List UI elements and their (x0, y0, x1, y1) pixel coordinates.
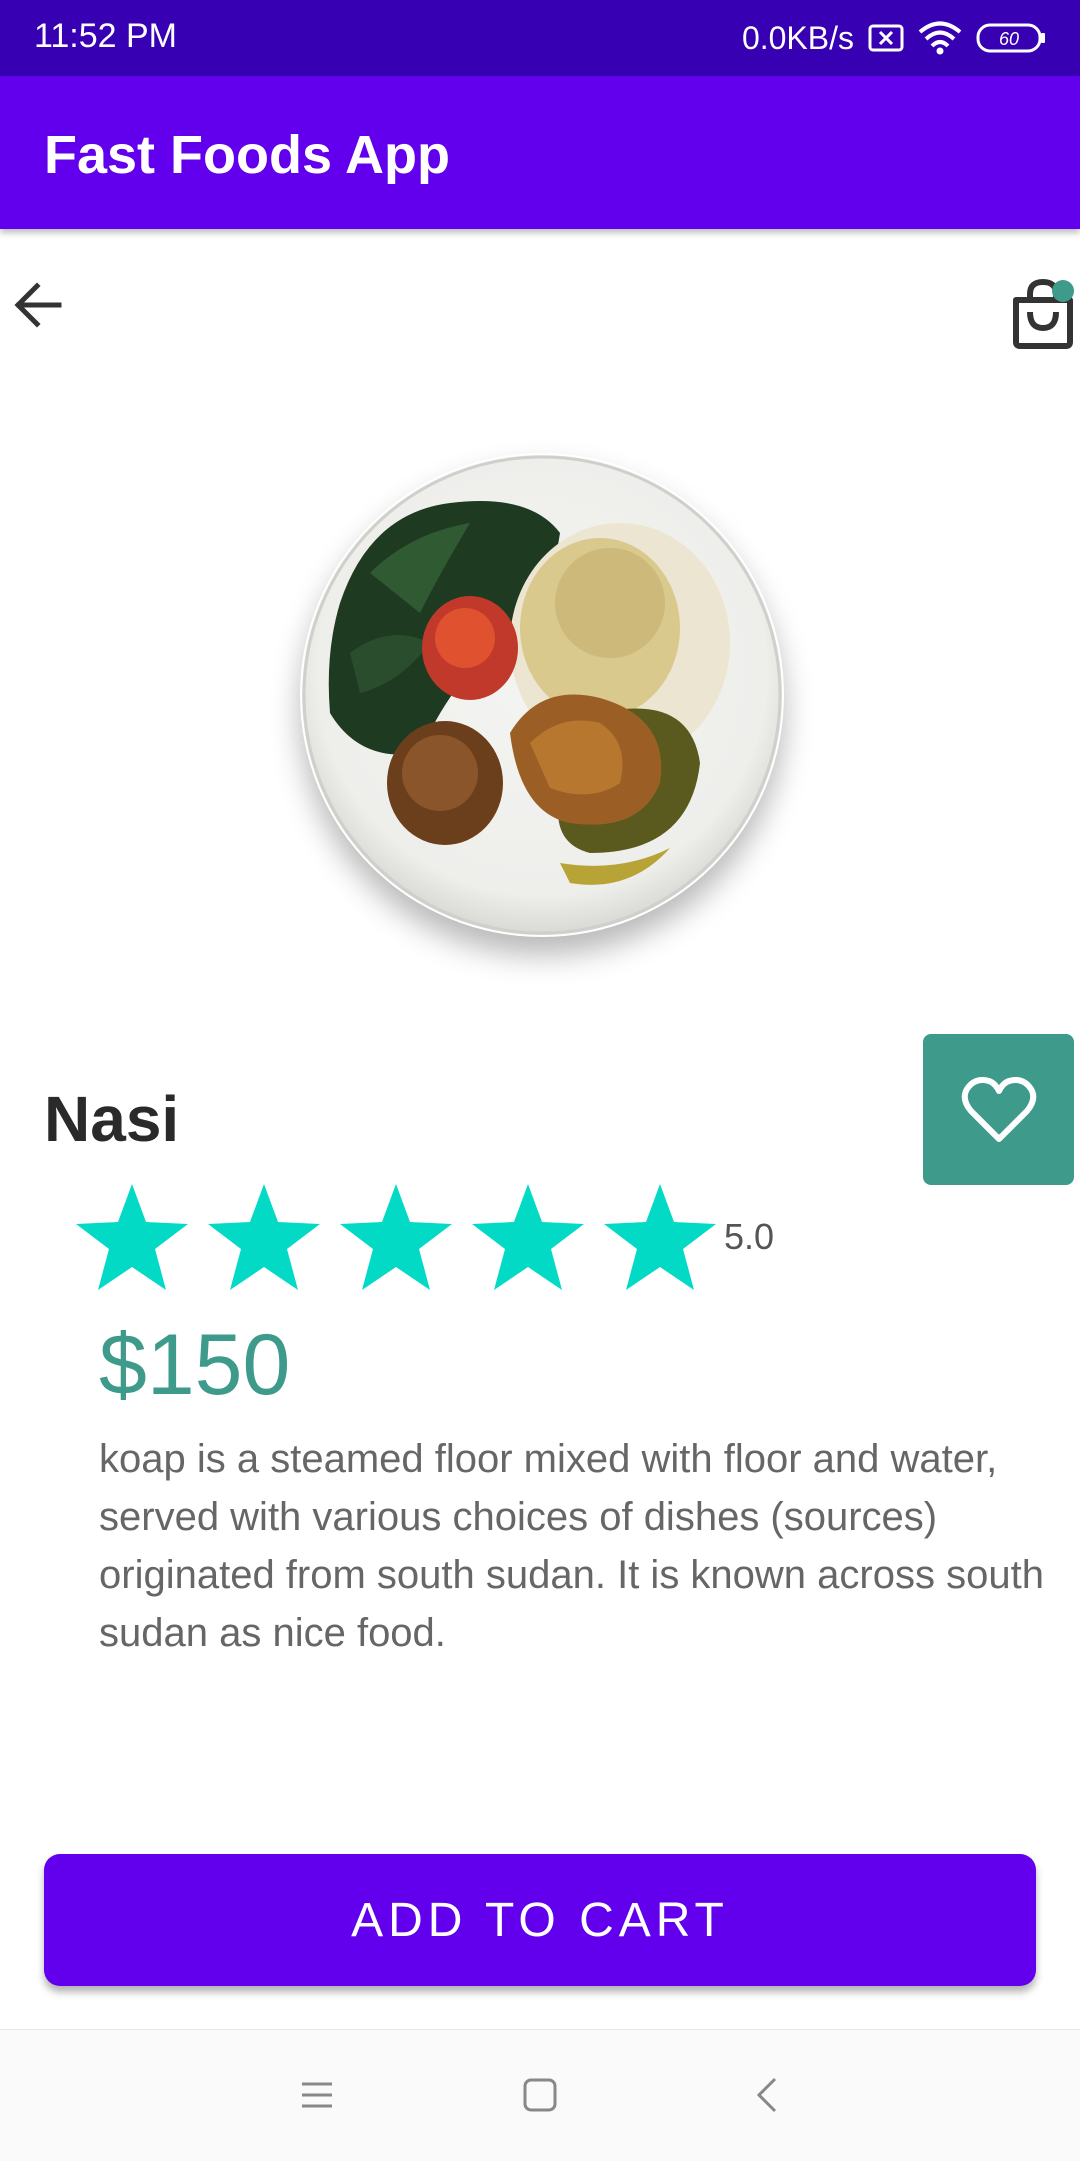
nav-home-button[interactable] (515, 2070, 565, 2120)
star-icon (340, 1184, 452, 1290)
battery-level: 60 (999, 29, 1019, 49)
favorite-button[interactable] (923, 1034, 1074, 1185)
status-icons: 0.0KB/s 60 (742, 14, 1046, 62)
star-icon (604, 1184, 716, 1290)
star-icon (76, 1184, 188, 1290)
food-plate-illustration (302, 455, 782, 935)
product-name: Nasi (44, 1083, 180, 1155)
wifi-icon (918, 21, 962, 55)
product-image (300, 453, 784, 937)
add-to-cart-button[interactable]: ADD TO CART (44, 1854, 1036, 1986)
sim-off-icon (868, 24, 904, 52)
product-description: koap is a steamed floor mixed with floor… (99, 1437, 1044, 1655)
nav-menu-button[interactable] (292, 2070, 342, 2120)
system-nav-bar (0, 2029, 1080, 2161)
menu-icon (302, 2082, 332, 2108)
back-button[interactable] (8, 275, 68, 335)
app-title: Fast Foods App (44, 125, 450, 185)
rating-bar[interactable]: 5.0 (74, 1182, 774, 1292)
status-time: 11:52 PM (34, 17, 178, 55)
heart-icon (961, 1076, 1036, 1142)
star-icon (472, 1184, 584, 1290)
status-bar: 11:52 PM 0.0KB/s 60 (0, 0, 1080, 76)
chevron-left-icon (756, 2077, 777, 2113)
rating-value: 5.0 (724, 1216, 775, 1257)
square-icon (523, 2078, 557, 2112)
app-bar: Fast Foods App (0, 76, 1080, 229)
star-icon (208, 1184, 320, 1290)
cart-button[interactable] (1008, 278, 1078, 350)
cart-badge-dot (1052, 280, 1074, 302)
nav-back-button[interactable] (742, 2070, 792, 2120)
arrow-left-icon (14, 282, 62, 328)
battery-icon: 60 (976, 23, 1045, 53)
network-speed: 0.0KB/s (741, 19, 854, 56)
product-price: $150 (99, 1317, 291, 1413)
